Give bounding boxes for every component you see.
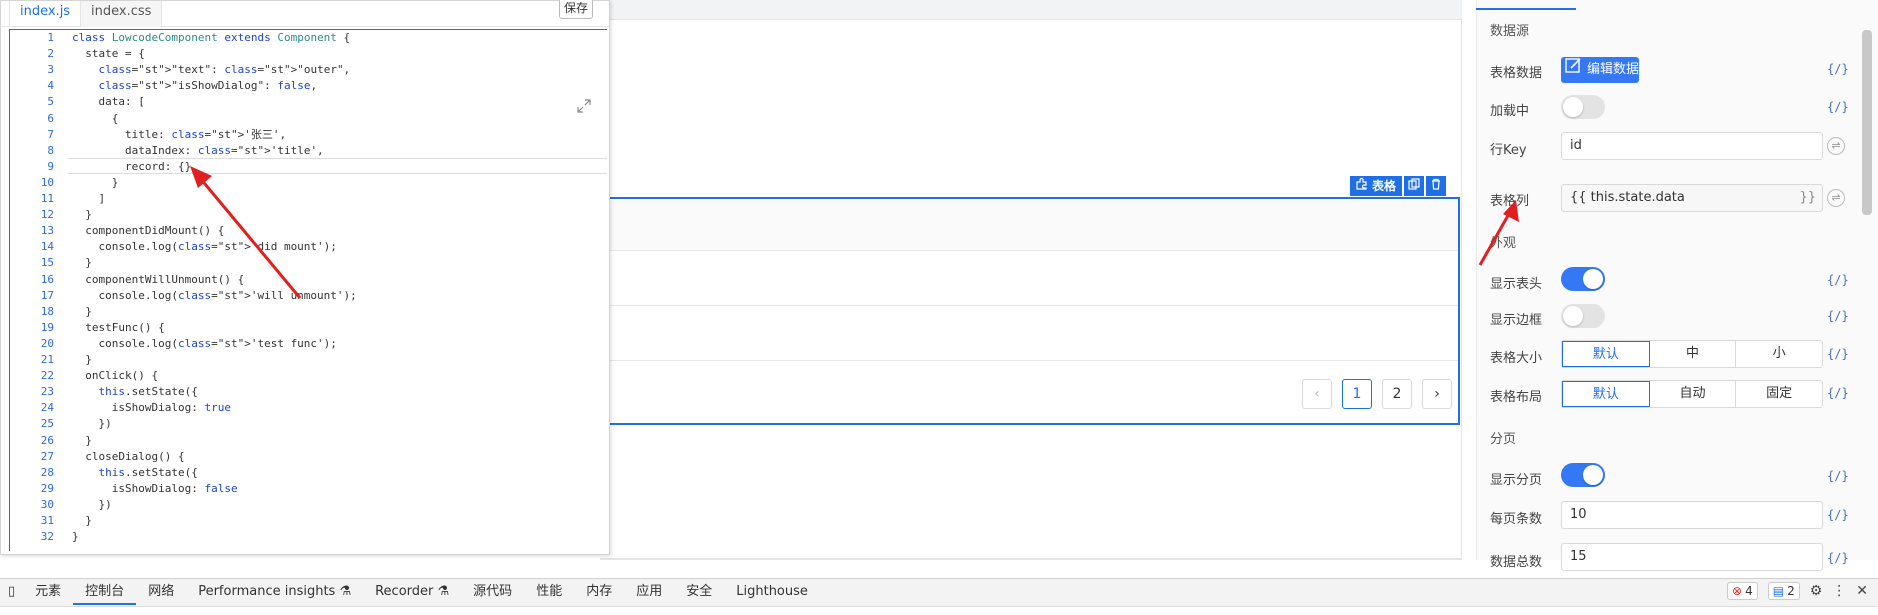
flask-icon: ⚗ bbox=[339, 584, 352, 599]
flask-icon: ⚗ bbox=[437, 584, 450, 599]
tab-performance[interactable]: 性能 bbox=[524, 579, 574, 605]
message-icon: ▤ bbox=[1772, 584, 1785, 598]
console-toolbar bbox=[0, 606, 1878, 615]
annotation-arrows bbox=[190, 166, 1519, 299]
tab-security[interactable]: 安全 bbox=[674, 579, 724, 605]
devtools-tabs: ▯ 元素 控制台 网络 Performance insights ⚗ Recor… bbox=[0, 579, 820, 605]
tab-performance-insights[interactable]: Performance insights ⚗ bbox=[186, 579, 363, 605]
devtools-bar: ▯ 元素 控制台 网络 Performance insights ⚗ Recor… bbox=[0, 578, 1878, 615]
tab-lighthouse[interactable]: Lighthouse bbox=[724, 579, 820, 605]
tab-recorder[interactable]: Recorder ⚗ bbox=[363, 579, 461, 605]
error-count: 4 bbox=[1745, 584, 1753, 598]
tab-sources[interactable]: 源代码 bbox=[461, 579, 524, 605]
more-icon[interactable]: ⋮ bbox=[1832, 583, 1846, 599]
tab-elements[interactable]: 元素 bbox=[23, 579, 73, 605]
devtools-actions: ⊗ 4 ▤ 2 ⚙ ⋮ ✕ bbox=[1727, 582, 1868, 600]
close-icon[interactable]: ✕ bbox=[1856, 583, 1868, 599]
arrow-to-record bbox=[190, 166, 302, 299]
error-icon: ⊗ bbox=[1732, 584, 1743, 598]
error-count-badge[interactable]: ⊗ 4 bbox=[1727, 582, 1758, 600]
gear-icon[interactable]: ⚙ bbox=[1810, 583, 1823, 599]
tab-network[interactable]: 网络 bbox=[136, 579, 186, 605]
dock-icon[interactable]: ▯ bbox=[0, 579, 23, 605]
arrow-to-columns bbox=[1478, 200, 1519, 266]
tab-memory[interactable]: 内存 bbox=[574, 579, 624, 605]
tab-recorder-label: Recorder bbox=[375, 584, 434, 599]
message-count-badge[interactable]: ▤ 2 bbox=[1767, 582, 1800, 600]
message-count: 2 bbox=[1787, 584, 1795, 598]
tab-performance-insights-label: Performance insights bbox=[198, 584, 336, 599]
tab-application[interactable]: 应用 bbox=[624, 579, 674, 605]
tab-console[interactable]: 控制台 bbox=[73, 579, 137, 605]
